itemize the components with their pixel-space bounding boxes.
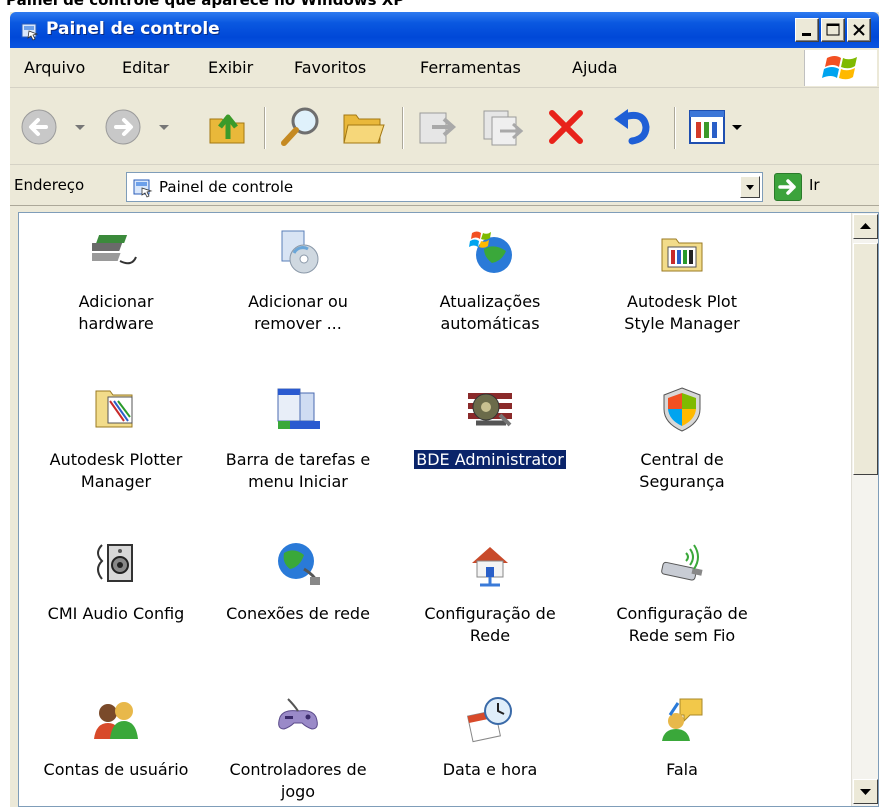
toolbar — [10, 89, 879, 165]
folders-icon — [343, 114, 385, 144]
item-label: Atualizações automáticas — [439, 292, 541, 333]
search-button[interactable] — [278, 103, 324, 153]
chevron-down-icon — [746, 185, 754, 190]
scroll-down-button[interactable] — [853, 779, 878, 804]
item-label: CMI Audio Config — [47, 604, 185, 623]
windows-flag-icon — [822, 56, 857, 80]
address-dropdown-button[interactable] — [740, 176, 760, 198]
menu-ferramentas[interactable]: Ferramentas — [420, 58, 521, 77]
views-icon — [689, 110, 742, 144]
network-globe-icon — [278, 543, 320, 585]
move-to-button[interactable] — [414, 105, 460, 153]
go-label[interactable]: Ir — [809, 176, 820, 194]
taskbar-icon — [277, 388, 320, 429]
window-title: Painel de controle — [46, 19, 220, 39]
item-label: Fala — [666, 760, 698, 779]
item-label: Autodesk Plot Style Manager — [624, 292, 740, 333]
chevron-down-icon — [860, 789, 871, 795]
maximize-icon — [826, 23, 840, 36]
address-bar: Endereço Painel de controle Ir — [10, 166, 879, 206]
folders-button[interactable] — [340, 105, 386, 153]
add-remove-programs-icon — [281, 230, 319, 274]
go-button[interactable] — [774, 173, 802, 201]
title-bar[interactable]: Painel de controle — [10, 12, 879, 48]
security-shield-icon — [663, 387, 701, 432]
scroll-thumb[interactable] — [853, 243, 878, 475]
item-label: Adicionar ou remover ... — [248, 292, 348, 333]
up-folder-button[interactable] — [206, 105, 250, 153]
item-label: Contas de usuário — [43, 760, 189, 779]
game-controller-icon — [278, 698, 318, 730]
control-panel-icon — [133, 179, 153, 198]
views-button[interactable] — [688, 109, 752, 149]
close-icon — [853, 24, 865, 36]
speech-icon — [662, 698, 703, 741]
user-accounts-icon — [94, 702, 138, 739]
undo-button[interactable] — [610, 107, 654, 151]
minimize-button[interactable] — [795, 18, 819, 42]
copy-to-button[interactable] — [480, 105, 526, 153]
delete-button[interactable] — [546, 107, 586, 151]
menu-arquivo[interactable]: Arquivo — [24, 58, 85, 77]
address-label: Endereço — [14, 176, 85, 194]
address-input[interactable]: Painel de controle — [126, 172, 763, 202]
control-panel-window: Painel de controle Arquivo Editar Exibir… — [10, 12, 879, 807]
plot-style-folder-icon — [661, 238, 703, 272]
maximize-button[interactable] — [821, 18, 845, 42]
add-hardware-icon — [92, 235, 137, 265]
clipped-heading-text: Painel de controle que aparece no Window… — [6, 0, 405, 9]
forward-button[interactable] — [104, 107, 176, 151]
address-value: Painel de controle — [159, 178, 294, 196]
date-time-icon — [467, 697, 512, 743]
windows-update-icon — [469, 231, 512, 273]
control-panel-icon — [21, 23, 39, 41]
menu-bar: Arquivo Editar Exibir Favoritos Ferramen… — [10, 48, 879, 88]
home-network-icon — [472, 547, 508, 587]
item-label: Barra de tarefas e menu Iniciar — [225, 450, 371, 491]
menu-exibir[interactable]: Exibir — [208, 58, 253, 77]
item-label: Configuração de Rede sem Fio — [616, 604, 748, 645]
menu-favoritos[interactable]: Favoritos — [294, 58, 366, 77]
toolbar-separator — [264, 107, 266, 149]
back-icon — [21, 109, 85, 145]
item-label: Controladores de jogo — [229, 760, 367, 801]
windows-flag-logo — [804, 50, 877, 86]
item-label: Configuração de Rede — [424, 604, 556, 645]
up-folder-icon — [209, 114, 245, 144]
bde-administrator-icon — [468, 393, 512, 427]
undo-icon — [614, 109, 650, 145]
delete-icon — [549, 110, 583, 144]
close-button[interactable] — [847, 18, 871, 42]
clipped-heading: Painel de controle que aparece no Window… — [0, 0, 879, 12]
move-to-icon — [419, 112, 457, 144]
item-label: Conexões de rede — [226, 604, 370, 623]
minimize-icon — [802, 33, 811, 36]
speaker-icon — [97, 544, 133, 582]
chevron-up-icon — [860, 223, 871, 229]
item-label: Adicionar hardware — [78, 292, 154, 333]
menu-editar[interactable]: Editar — [122, 58, 169, 77]
item-label: Central de Segurança — [639, 450, 725, 491]
item-label: BDE Administrator — [414, 450, 566, 469]
vertical-scrollbar[interactable] — [851, 213, 878, 806]
menu-ajuda[interactable]: Ajuda — [572, 58, 618, 77]
toolbar-separator — [402, 107, 404, 149]
copy-to-icon — [483, 110, 524, 146]
search-icon — [281, 107, 319, 146]
plotter-folder-icon — [95, 390, 133, 428]
item-label: Autodesk Plotter Manager — [49, 450, 183, 491]
back-button[interactable] — [20, 107, 92, 151]
forward-icon — [105, 109, 169, 145]
control-panel-items-view: Adicionar hardware Adicionar ou remover ..… — [18, 212, 879, 807]
scroll-up-button[interactable] — [853, 214, 878, 239]
go-arrow-icon — [778, 179, 796, 195]
toolbar-separator — [674, 107, 676, 149]
wireless-network-icon — [661, 544, 703, 581]
item-label: Data e hora — [442, 760, 538, 779]
